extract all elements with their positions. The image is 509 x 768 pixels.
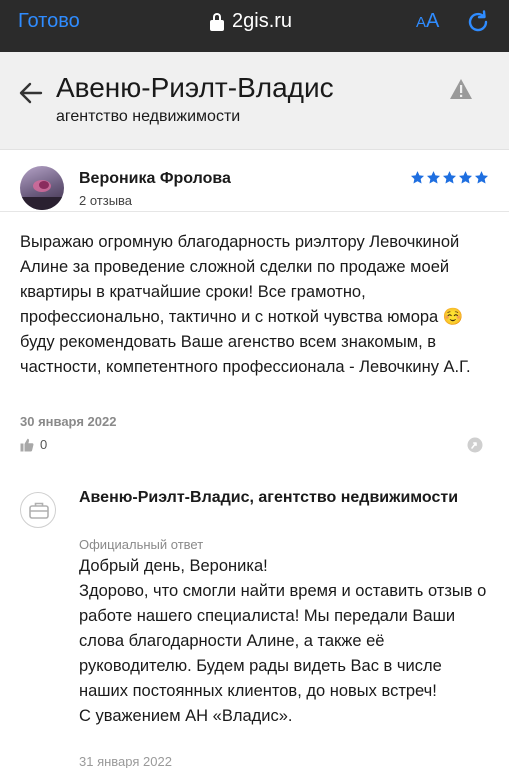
briefcase-icon [29, 502, 49, 519]
reload-icon[interactable] [464, 8, 492, 36]
review-date: 30 января 2022 [20, 414, 117, 429]
reviewer-review-count: 2 отзыва [79, 193, 133, 208]
address-bar[interactable]: 2gis.ru [210, 10, 292, 33]
reply-date: 31 января 2022 [79, 754, 172, 768]
reviewer-name[interactable]: Вероника Фролова [79, 170, 231, 188]
star-icon [426, 171, 441, 184]
page-subtitle: агентство недвижимости [56, 108, 241, 125]
thumbs-up-icon [20, 438, 34, 451]
star-icon [442, 171, 457, 184]
share-icon[interactable] [467, 437, 483, 453]
star-icon [410, 171, 425, 184]
company-avatar [20, 492, 56, 528]
text-size-small-glyph: A [416, 14, 427, 31]
text-size-large-glyph: A [426, 10, 440, 32]
like-count: 0 [40, 437, 48, 452]
reply-text: Добрый день, Вероника! Здорово, что смог… [79, 557, 487, 725]
page-title: Авеню-Риэлт-Владис [56, 72, 334, 103]
like-button[interactable]: 0 [20, 437, 47, 452]
reviewer-avatar[interactable] [20, 166, 64, 210]
star-icon [474, 171, 489, 184]
back-arrow-icon[interactable] [18, 80, 44, 106]
star-icon [458, 171, 473, 184]
done-button[interactable]: Готово [18, 10, 80, 33]
review-text: Выражаю огромную благодарность риэлтору … [20, 233, 471, 376]
page-header: Авеню-Риэлт-Владис агентство недвижимост… [0, 52, 509, 150]
lock-icon [210, 12, 224, 31]
official-reply-label: Официальный ответ [79, 537, 204, 552]
rating-stars [410, 170, 489, 185]
reply-author: Авеню-Риэлт-Владис, агентство недвижимос… [79, 489, 459, 506]
warning-icon[interactable] [449, 78, 473, 100]
url-text: 2gis.ru [232, 10, 293, 32]
browser-bar: Готово 2gis.ru AA [0, 0, 509, 52]
divider [0, 211, 509, 212]
text-size-button[interactable]: AA [416, 10, 439, 33]
